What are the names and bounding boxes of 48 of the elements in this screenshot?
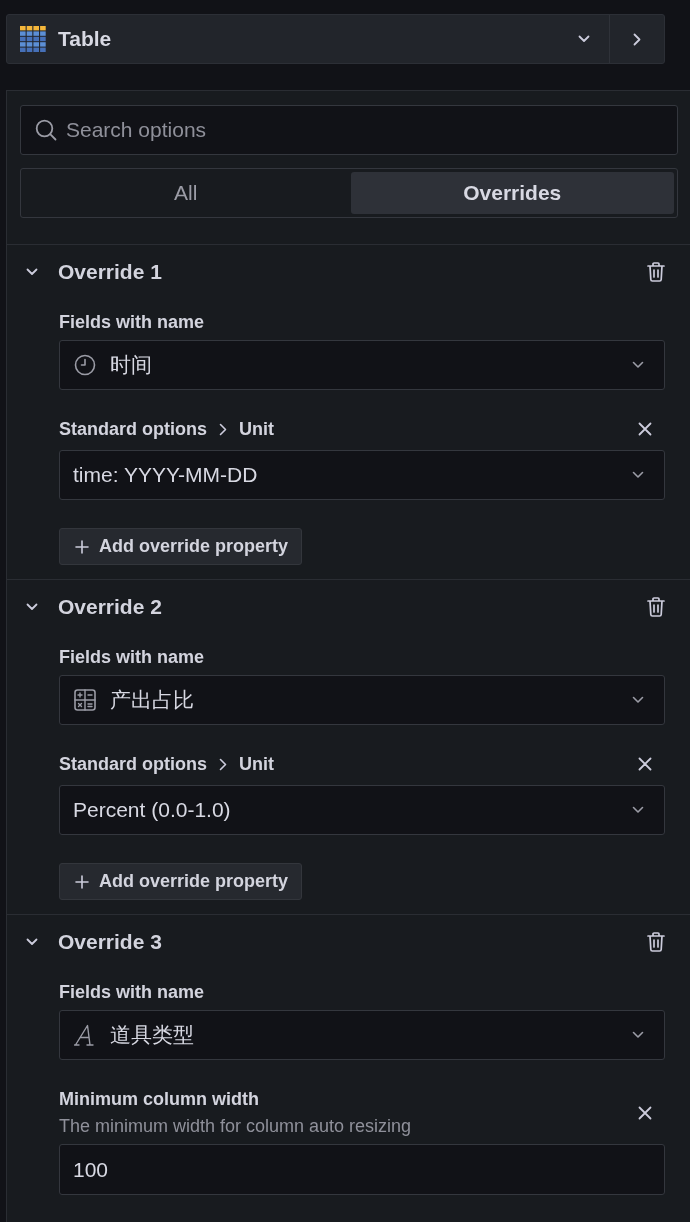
table-icon	[20, 26, 46, 52]
chevron-down-icon	[632, 471, 644, 479]
override-title: Override 1	[58, 260, 162, 284]
chevron-down-icon	[578, 35, 590, 43]
chevron-down-icon	[632, 361, 644, 369]
chevron-down-icon	[632, 696, 644, 704]
unit-select[interactable]: Percent (0.0-1.0)	[59, 785, 665, 835]
search-field[interactable]: Search options	[20, 105, 678, 155]
property-label: Minimum column width	[59, 1088, 259, 1110]
property-label: Unit	[239, 418, 274, 440]
property-description: The minimum width for column auto resizing	[59, 1115, 412, 1137]
chevron-down-icon[interactable]	[26, 603, 38, 611]
plus-icon	[75, 874, 89, 889]
property-label: Unit	[239, 753, 274, 775]
field-select[interactable]: 道具类型	[59, 1010, 665, 1060]
clock-icon	[74, 354, 96, 376]
close-icon[interactable]	[638, 757, 652, 771]
plus-icon	[75, 539, 89, 554]
chevron-down-icon[interactable]	[26, 938, 38, 946]
property-label: Standard options	[59, 418, 207, 440]
trash-icon[interactable]	[647, 597, 665, 617]
field-select[interactable]: 产出占比	[59, 675, 665, 725]
matcher-label: Fields with name	[59, 646, 205, 668]
chevron-down-icon	[632, 1031, 644, 1039]
chevron-down-icon	[632, 806, 644, 814]
number-input-field[interactable]: 100	[59, 1144, 665, 1195]
trash-icon[interactable]	[647, 262, 665, 282]
tab[interactable]: All	[24, 172, 348, 214]
trash-icon[interactable]	[647, 932, 665, 952]
property-label: Standard options	[59, 753, 207, 775]
field-select[interactable]: 时间	[59, 340, 665, 390]
tab[interactable]: Overrides	[350, 172, 674, 214]
matcher-label: Fields with name	[59, 311, 205, 333]
search-icon	[35, 119, 57, 141]
close-icon[interactable]	[638, 1105, 652, 1120]
override-title: Override 3	[58, 930, 162, 954]
override-title: Override 2	[58, 595, 162, 619]
close-icon[interactable]	[638, 422, 652, 436]
chevron-down-icon[interactable]	[26, 268, 38, 276]
unit-select[interactable]: time: YYYY-MM-DD	[59, 450, 665, 500]
add-override-property-button[interactable]: Add override property	[59, 863, 303, 900]
matcher-label: Fields with name	[59, 981, 205, 1003]
chevron-right-icon	[633, 32, 641, 46]
calculator-icon	[74, 689, 96, 711]
text-type-icon	[74, 1024, 96, 1046]
add-override-property-button[interactable]: Add override property	[59, 528, 303, 565]
chevron-right-icon	[219, 422, 227, 436]
chevron-right-icon	[219, 757, 227, 771]
